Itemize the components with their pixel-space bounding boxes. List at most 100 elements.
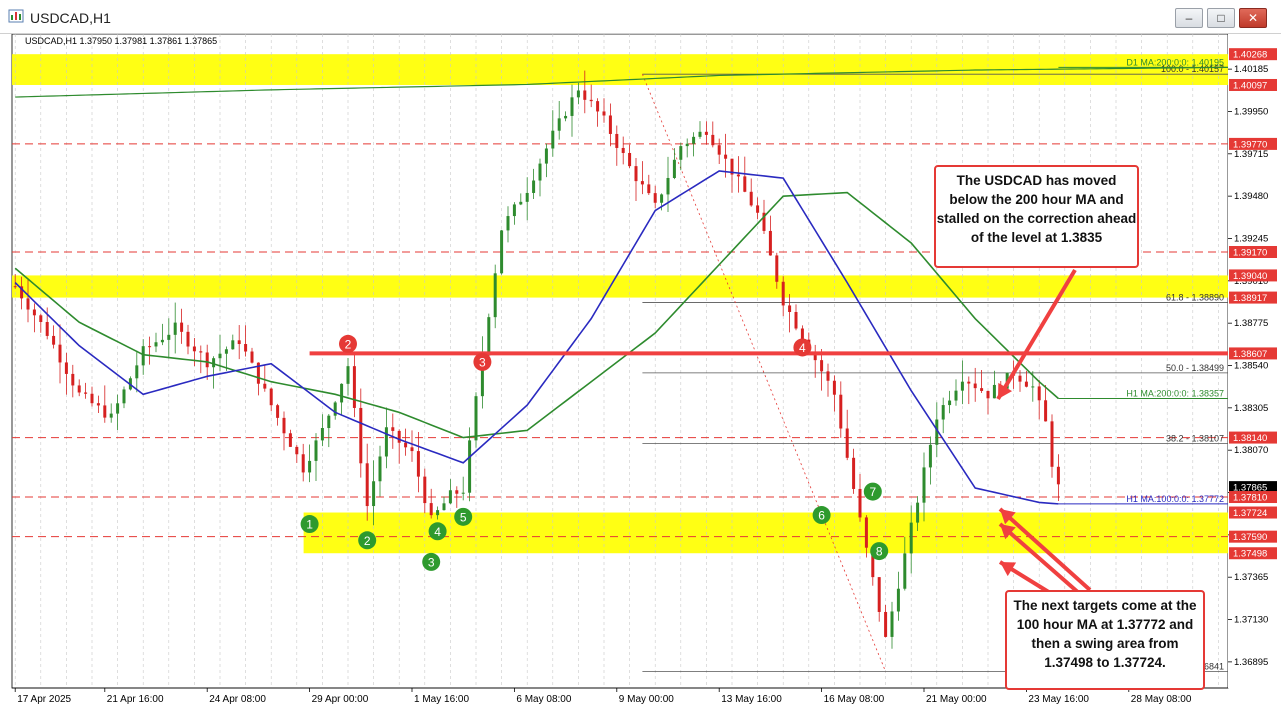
candle-body [1037,386,1041,401]
maximize-button[interactable]: □ [1207,8,1235,28]
time-tick-label: 6 May 08:00 [516,694,571,705]
time-tick-label: 13 May 16:00 [721,694,782,705]
close-button[interactable]: ✕ [1239,8,1267,28]
candle-body [660,194,664,203]
candle-body [621,147,625,153]
candle-body [58,344,62,363]
price-tick-label: 1.37365 [1234,572,1268,583]
candle-body [372,481,376,507]
callout-next-targets: The next targets come at the 100 hour MA… [1005,590,1205,690]
candle-body [653,193,657,203]
candle-body [288,433,292,447]
price-label-text: 1.39170 [1233,248,1267,259]
candle-body [346,366,350,384]
candle-body [135,365,139,379]
candle-body [429,503,433,516]
candle-body [1044,400,1048,422]
candle-body [583,90,587,100]
candle-body [416,451,420,477]
candle-body [973,383,977,389]
price-tick-label: 1.37130 [1234,615,1268,626]
candle-body [314,440,318,461]
candle-body [244,344,248,352]
candle-body [692,136,696,144]
candle-body [557,118,561,131]
price-tick-label: 1.39715 [1234,149,1268,160]
candle-body [199,351,203,353]
candle-body [749,191,753,206]
price-label-text: 1.37498 [1233,549,1267,560]
candle-body [640,181,644,185]
candle-body [679,146,683,160]
price-label-text: 1.37810 [1233,493,1267,504]
candle-body [967,381,971,384]
fib-level-label: 38.2 - 1.38107 [1166,434,1224,444]
candle-body [90,393,94,404]
price-tick-label: 1.38775 [1234,318,1268,329]
candle-body [954,390,958,401]
candle-body [352,366,356,408]
candle-body [832,380,836,395]
candle-body [544,148,548,164]
candle-body [218,353,222,359]
swing-marker-label: 3 [479,355,486,369]
candle-body [852,457,856,489]
candle-body [26,298,30,310]
candle-body [410,447,414,452]
swing-marker-label: 4 [434,525,441,539]
candle-body [724,154,728,159]
window-title: USDCAD,H1 [30,10,111,26]
candle-body [84,392,88,394]
candle-body [237,340,241,345]
swing-marker-label: 5 [460,510,467,524]
swing-marker-label: 1 [306,518,313,532]
price-tick-label: 1.39245 [1234,233,1268,244]
swing-marker-label: 3 [428,555,435,569]
chart-info-line: USDCAD,H1 1.37950 1.37981 1.37861 1.3786… [25,36,218,46]
candle-body [384,427,388,457]
minimize-button[interactable]: – [1175,8,1203,28]
candle-body [538,163,542,181]
candle-body [487,317,491,356]
candle-body [448,490,452,504]
candle-body [327,415,331,429]
candle-body [615,133,619,148]
candle-body [775,255,779,282]
price-tick-label: 1.39480 [1234,191,1268,202]
candle-body [532,180,536,193]
time-tick-label: 1 May 16:00 [414,694,469,705]
swing-marker-label: 7 [869,485,876,499]
candle-body [916,502,920,523]
candle-body [391,427,395,431]
time-tick-label: 23 May 16:00 [1028,694,1089,705]
ma-label: H1 MA:200:0:0: 1.38357 [1126,388,1224,398]
candle-body [39,315,43,323]
candle-body [493,273,497,318]
time-tick-label: 29 Apr 00:00 [312,694,369,705]
candle-body [896,588,900,612]
candle-body [909,522,913,554]
price-tick-label: 1.38540 [1234,361,1268,372]
candle-body [960,381,964,391]
candle-body [461,492,465,494]
candle-body [173,322,177,335]
candle-body [116,403,120,414]
fib-level-label: 50.0 - 1.38499 [1166,363,1224,373]
candle-body [186,331,190,347]
time-tick-label: 9 May 00:00 [619,694,674,705]
candle-body [263,383,267,389]
candle-body [455,490,459,494]
candle-body [160,339,164,343]
candle-body [877,577,881,612]
time-tick-label: 24 Apr 08:00 [209,694,266,705]
swing-marker-label: 8 [876,545,883,559]
candle-body [980,388,984,391]
candle-body [672,159,676,178]
candle-body [800,328,804,340]
candle-body [397,430,401,443]
candle-body [231,340,235,350]
candle-body [1018,375,1022,382]
candle-body [685,143,689,147]
time-tick-label: 28 May 08:00 [1131,694,1192,705]
candle-body [378,456,382,482]
